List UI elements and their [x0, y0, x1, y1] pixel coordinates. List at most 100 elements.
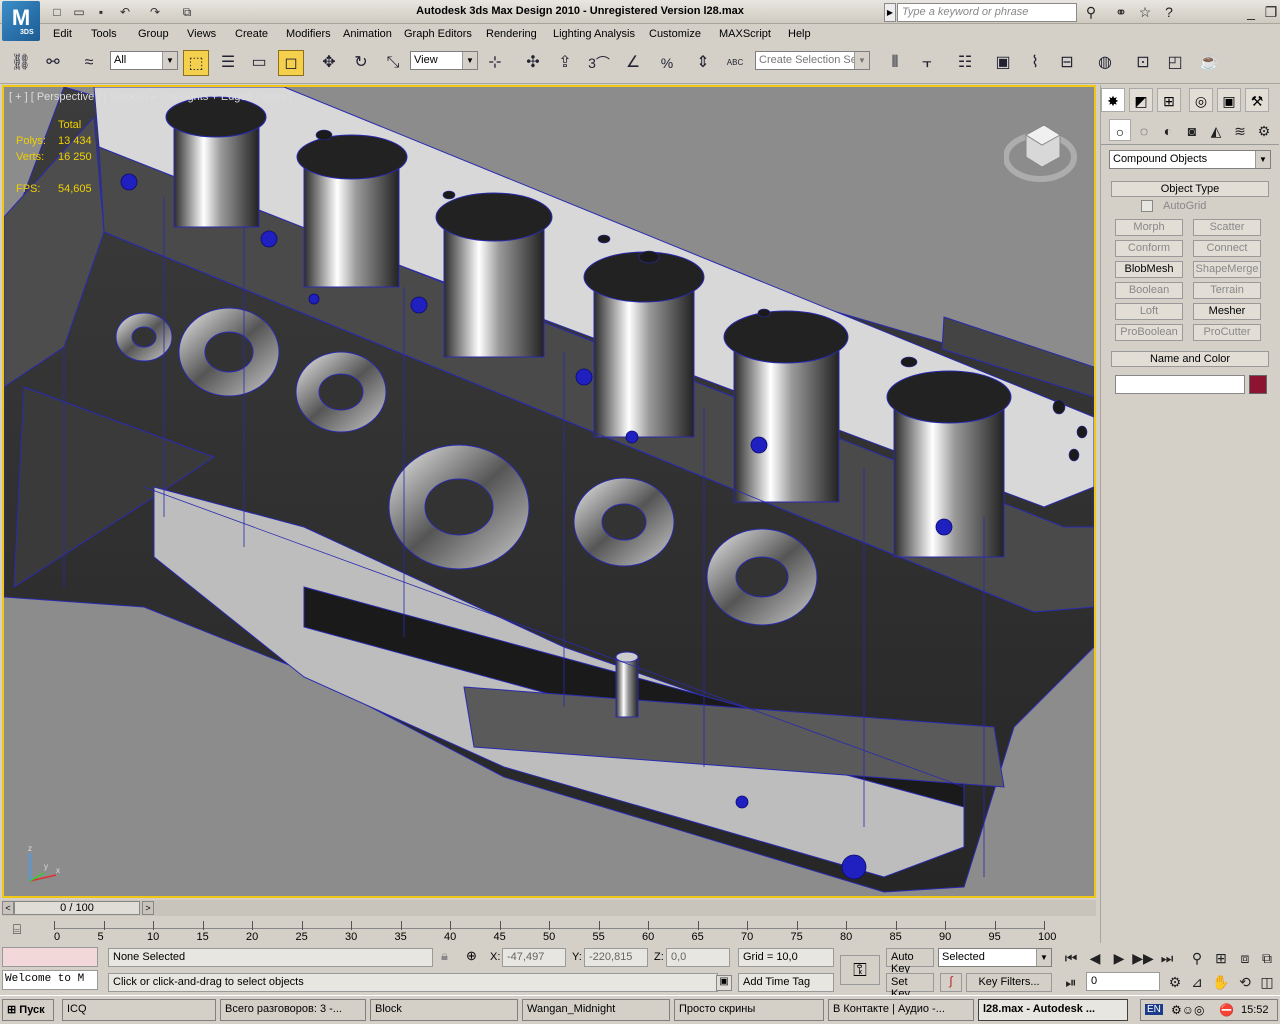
key-filters-button[interactable]: Key Filters... [966, 973, 1052, 992]
redo-icon[interactable]: ↷ [146, 3, 164, 21]
time-tag-icon[interactable]: ▣ [716, 975, 732, 991]
tray-icons[interactable]: ⚙☺◎ [1171, 1003, 1204, 1017]
schematic-view-icon[interactable]: ⊟ [1054, 50, 1080, 76]
select-and-link-icon[interactable]: ⛓ [8, 50, 34, 76]
language-indicator[interactable]: EN [1145, 1004, 1163, 1015]
render-setup-icon[interactable]: ⊡ [1130, 50, 1156, 76]
maximize-viewport-icon[interactable]: ◫ [1256, 972, 1278, 992]
modify-tab-icon[interactable]: ◩ [1129, 88, 1153, 112]
rectangular-selection-icon[interactable]: ▭ [246, 50, 272, 76]
add-time-tag-button[interactable]: Add Time Tag [738, 973, 834, 992]
edit-named-selection-icon[interactable]: ABC [722, 50, 748, 76]
maxscript-listener-pink[interactable] [2, 947, 98, 967]
menu-customize[interactable]: Customize [649, 28, 701, 40]
object-category-dropdown[interactable]: Compound Objects ▼ [1109, 150, 1271, 169]
minimize-icon[interactable]: _ [1240, 2, 1262, 22]
geometry-icon[interactable]: ○ [1109, 119, 1131, 141]
angle-snap-icon[interactable]: ∠ [620, 50, 646, 76]
menu-maxscript[interactable]: MAXScript [719, 28, 771, 40]
render-production-icon[interactable]: ☕ [1196, 50, 1222, 76]
shapemerge-button[interactable]: ShapeMerge [1193, 261, 1261, 278]
search-input[interactable]: Type a keyword or phrase [897, 3, 1077, 22]
taskbar-item[interactable]: Просто скрины [674, 999, 824, 1021]
track-bar[interactable]: ⌸ 0 5 10 15 20 25 30 35 40 45 50 55 60 65 70 75 80 85 90 95… [2, 917, 1096, 944]
align-icon[interactable]: ⫟ [914, 50, 940, 76]
menu-lighting-analysis[interactable]: Lighting Analysis [553, 28, 635, 40]
morph-button[interactable]: Morph [1115, 219, 1183, 236]
space-warps-icon[interactable]: ≋ [1229, 121, 1251, 141]
help-icon[interactable]: ? [1158, 2, 1180, 22]
loft-button[interactable]: Loft [1115, 303, 1183, 320]
zoom-icon[interactable]: ⚲ [1186, 948, 1208, 968]
hierarchy-tab-icon[interactable]: ⊞ [1157, 88, 1181, 112]
taskbar-item[interactable]: Всего разговоров: 3 -... [220, 999, 366, 1021]
taskbar-item[interactable]: Block [370, 999, 518, 1021]
proboolean-button[interactable]: ProBoolean [1115, 324, 1183, 341]
y-coordinate-field[interactable]: -220,815 [584, 948, 648, 967]
viewcube-icon[interactable] [1004, 115, 1080, 183]
named-selection-sets-input[interactable]: Create Selection Se ▼ [755, 51, 870, 70]
name-and-color-rollout[interactable]: Name and Color [1111, 351, 1269, 367]
menu-tools[interactable]: Tools [91, 28, 117, 40]
set-key-button[interactable]: Set Key [886, 973, 934, 1000]
z-coordinate-field[interactable]: 0,0 [666, 948, 730, 967]
lights-icon[interactable]: ◐ [1157, 121, 1179, 141]
graphite-modeling-icon[interactable]: ▣ [990, 50, 1016, 76]
percent-snap-icon[interactable]: % [654, 50, 680, 76]
scatter-button[interactable]: Scatter [1193, 219, 1261, 236]
maxscript-mini-listener[interactable]: Welcome to M [2, 970, 98, 990]
curve-editor-icon[interactable]: ⌇ [1022, 50, 1048, 76]
zoom-extents-all-icon[interactable]: ⧉ [1256, 948, 1278, 968]
keyboard-shortcut-override-icon[interactable]: ⇪ [552, 50, 578, 76]
select-and-scale-icon[interactable]: ⤡ [380, 50, 406, 76]
new-file-icon[interactable]: □ [48, 3, 66, 21]
select-by-name-icon[interactable]: ☰ [215, 50, 241, 76]
shapes-icon[interactable]: ◌ [1133, 121, 1155, 141]
pan-view-icon[interactable]: ✋ [1210, 972, 1232, 992]
save-file-icon[interactable]: ▪ [92, 3, 110, 21]
project-folder-icon[interactable]: ⧉ [178, 3, 196, 21]
procutter-button[interactable]: ProCutter [1193, 324, 1261, 341]
taskbar-item[interactable]: ICQ [62, 999, 216, 1021]
default-tangent-icon[interactable]: ∫ [940, 973, 962, 992]
motion-tab-icon[interactable]: ◎ [1189, 88, 1213, 112]
unlink-icon[interactable]: ⚯ [40, 50, 66, 76]
reference-coordinate-dropdown[interactable]: View ▼ [410, 51, 478, 70]
select-and-rotate-icon[interactable]: ↻ [348, 50, 374, 76]
select-and-move-icon[interactable]: ✥ [316, 50, 342, 76]
terrain-button[interactable]: Terrain [1193, 282, 1261, 299]
next-frame-icon[interactable]: ▶▶ [1132, 948, 1154, 968]
layer-manager-icon[interactable]: ☷ [952, 50, 978, 76]
communication-center-icon[interactable]: ⚭ [1110, 2, 1132, 22]
autogrid-checkbox[interactable] [1141, 200, 1153, 212]
menu-views[interactable]: Views [187, 28, 216, 40]
connect-button[interactable]: Connect [1193, 240, 1261, 257]
utilities-tab-icon[interactable]: ⚒ [1245, 88, 1269, 112]
set-key-mode-icon[interactable]: ⚿ [840, 955, 880, 985]
mini-curve-editor-icon[interactable]: ⌸ [6, 919, 28, 939]
restore-icon[interactable]: ❐ [1260, 2, 1280, 22]
binoculars-icon[interactable]: ⚲ [1080, 2, 1102, 22]
field-of-view-icon[interactable]: ⊿ [1186, 972, 1208, 992]
selection-filter-dropdown[interactable]: All ▼ [110, 51, 178, 70]
select-object-icon[interactable]: ⬚ [183, 50, 209, 76]
favorites-icon[interactable]: ☆ [1134, 2, 1156, 22]
time-next-icon[interactable]: > [142, 901, 154, 915]
menu-graph-editors[interactable]: Graph Editors [404, 28, 472, 40]
systems-icon[interactable]: ⚙ [1253, 121, 1275, 141]
mirror-icon[interactable]: ⫴ [882, 50, 908, 76]
cameras-icon[interactable]: ◙ [1181, 121, 1203, 141]
menu-help[interactable]: Help [788, 28, 811, 40]
time-configuration-icon[interactable]: ⚙ [1164, 972, 1186, 992]
x-coordinate-field[interactable]: -47,497 [502, 948, 566, 967]
window-crossing-icon[interactable]: ◻ [278, 50, 304, 76]
selection-lock-icon[interactable]: 🔒︎ [441, 948, 448, 964]
rendered-frame-window-icon[interactable]: ◰ [1162, 50, 1188, 76]
zoom-all-icon[interactable]: ⊞ [1210, 948, 1232, 968]
object-type-rollout[interactable]: Object Type [1111, 181, 1269, 197]
material-editor-icon[interactable]: ◍ [1092, 50, 1118, 76]
viewport-label[interactable]: [ + ] [ Perspective ] [ Smooth + Highlig… [9, 91, 292, 103]
blobmesh-button[interactable]: BlobMesh [1115, 261, 1183, 278]
goto-end-icon[interactable]: ⏭ [1156, 948, 1178, 968]
menu-group[interactable]: Group [138, 28, 169, 40]
